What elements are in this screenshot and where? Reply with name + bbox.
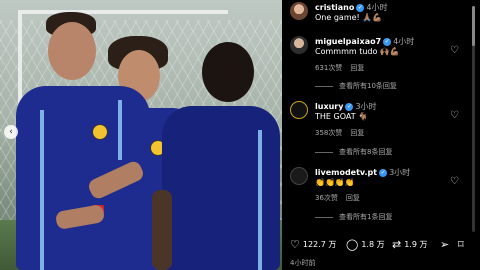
action-bar: ♡ 122.7 万 ◯ 1.8 万 ⇄ 1.9 万 ➢ ⌑ xyxy=(282,236,480,256)
scrollbar[interactable] xyxy=(472,6,475,232)
commenter-avatar[interactable] xyxy=(290,36,308,54)
comment-likes: 36次赞 xyxy=(315,194,338,202)
comment-likes: 631次赞 xyxy=(315,64,343,72)
comment-username[interactable]: luxury ✓ 3小时 xyxy=(315,101,377,112)
verified-icon: ✓ xyxy=(383,37,392,46)
author-username[interactable]: cristiano ✓ 4小时 xyxy=(315,2,387,13)
like-count: 122.7 万 xyxy=(302,240,337,249)
like-comment-icon[interactable]: ♡ xyxy=(450,46,460,56)
repost-icon: ⇄ xyxy=(392,238,402,251)
like-comment-icon[interactable]: ♡ xyxy=(450,177,460,187)
comments-panel: cristiano ✓ 4小时 One game! 🙏🏽💪🏽 miguelpaixa… xyxy=(282,0,480,270)
verified-icon: ✓ xyxy=(345,102,354,111)
author-avatar[interactable] xyxy=(290,2,308,20)
comment-icon: ◯ xyxy=(346,238,359,251)
like-button[interactable]: ♡ 122.7 万 xyxy=(290,239,336,250)
comment-button[interactable]: ◯ 1.8 万 xyxy=(346,239,385,250)
post-age: 4小时前 xyxy=(290,259,316,267)
comment-username[interactable]: miguelpaixao7 ✓ 4小时 xyxy=(315,36,414,47)
heart-icon: ♡ xyxy=(290,238,300,251)
verified-icon: ✓ xyxy=(356,3,365,12)
commenter-avatar[interactable] xyxy=(290,167,308,185)
comment-text: Commmm tudo 🙌🏽💪🏽 xyxy=(315,47,400,56)
repost-count: 1.9 万 xyxy=(404,240,428,249)
share-button[interactable]: ➢ xyxy=(440,239,452,250)
comment-username[interactable]: livemodetv.pt ✓ 3小时 xyxy=(315,167,410,178)
view-replies-button[interactable]: 查看所有8条回复 xyxy=(315,147,392,157)
send-icon: ➢ xyxy=(440,238,450,251)
view-replies-button[interactable]: 查看所有10条回复 xyxy=(315,81,397,91)
comment-text: 👏👏👏👏 xyxy=(315,178,355,187)
view-replies-button[interactable]: 查看所有1条回复 xyxy=(315,212,392,222)
caption-text: One game! 🙏🏽💪🏽 xyxy=(315,13,383,22)
like-comment-icon[interactable]: ♡ xyxy=(450,111,460,121)
commenter-avatar[interactable] xyxy=(290,101,308,119)
comment-likes: 358次赞 xyxy=(315,129,343,137)
bookmark-icon: ⌑ xyxy=(458,238,464,251)
chevron-left-icon[interactable]: ‹ xyxy=(4,125,18,139)
repost-button[interactable]: ⇄ 1.9 万 xyxy=(392,239,427,250)
comment-text: THE GOAT 🐐 xyxy=(315,112,369,121)
reply-button[interactable]: 回复 xyxy=(350,64,364,72)
reply-button[interactable]: 回复 xyxy=(350,129,364,137)
reply-button[interactable]: 回复 xyxy=(346,194,360,202)
comment-count: 1.8 万 xyxy=(361,240,385,249)
post-time: 4小时 xyxy=(366,3,388,12)
goal-crossbar xyxy=(18,10,228,14)
verified-icon: ✓ xyxy=(379,168,388,177)
scrollbar-thumb[interactable] xyxy=(472,6,475,46)
post-image[interactable]: ‹ xyxy=(0,0,282,270)
save-button[interactable]: ⌑ xyxy=(458,239,467,250)
